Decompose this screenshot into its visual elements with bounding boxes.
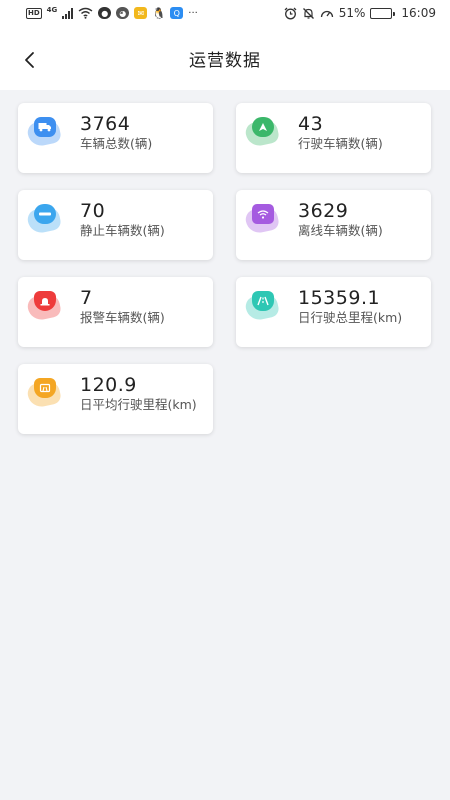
- alarm-light-icon: [25, 289, 74, 329]
- card-text: 120.9 日平均行驶里程(km): [80, 373, 198, 413]
- more-notifications: ···: [188, 7, 198, 19]
- battery-percent: 51%: [338, 6, 366, 20]
- card-label: 报警车辆数(辆): [80, 310, 165, 325]
- mute-bell-icon: [302, 7, 314, 19]
- icon-badge: [252, 291, 274, 311]
- card-label: 静止车辆数(辆): [80, 223, 165, 238]
- page-title: 运营数据: [189, 50, 261, 71]
- back-button[interactable]: [16, 46, 44, 74]
- speedometer-icon: [320, 10, 333, 17]
- stat-card-total-vehicles[interactable]: 3764 车辆总数(辆): [18, 103, 213, 173]
- stat-card-daily-average-mileage[interactable]: 120.9 日平均行驶里程(km): [18, 364, 213, 434]
- stat-card-alarm-vehicles[interactable]: 7 报警车辆数(辆): [18, 277, 213, 347]
- card-value: 3629: [298, 200, 349, 222]
- icon-badge: [34, 204, 56, 224]
- stat-card-daily-total-mileage[interactable]: 15359.1 日行驶总里程(km): [236, 277, 431, 347]
- clock-time: 16:09: [401, 6, 436, 20]
- status-bar-right: 51% 16:09: [284, 6, 436, 20]
- card-label: 日平均行驶里程(km): [80, 397, 197, 412]
- card-value: 120.9: [80, 374, 137, 396]
- card-text: 70 静止车辆数(辆): [80, 199, 200, 239]
- stat-card-moving-vehicles[interactable]: 43 行驶车辆数(辆): [236, 103, 431, 173]
- wechat-icon: ◕: [116, 7, 130, 19]
- chevron-left-icon: [25, 52, 34, 68]
- stat-card-offline-vehicles[interactable]: 3629 离线车辆数(辆): [236, 190, 431, 260]
- truck-icon: [25, 115, 74, 155]
- search-app-icon: Q: [170, 7, 184, 19]
- chat-app-icon: ●: [98, 7, 112, 19]
- card-value: 15359.1: [298, 287, 381, 309]
- wifi-status-icon: [78, 7, 93, 19]
- status-bar: HD 4G ● ◕ ✉ 🐧 Q ··· 51% 16:09: [0, 0, 450, 26]
- road-icon: [243, 289, 292, 329]
- card-value: 43: [298, 113, 324, 135]
- icon-badge: [252, 117, 274, 137]
- navigation-arrow-icon: [243, 115, 292, 155]
- card-label: 车辆总数(辆): [80, 136, 153, 151]
- card-value: 3764: [80, 113, 131, 135]
- navbar: 运营数据: [0, 26, 450, 90]
- network-type: 4G: [46, 6, 58, 14]
- stat-card-stationary-vehicles[interactable]: 70 静止车辆数(辆): [18, 190, 213, 260]
- icon-badge: [34, 117, 56, 137]
- hd-indicator: HD: [26, 7, 42, 19]
- card-text: 15359.1 日行驶总里程(km): [298, 286, 418, 326]
- card-text: 3629 离线车辆数(辆): [298, 199, 418, 239]
- qq-icon: 🐧: [151, 6, 166, 20]
- alarm-clock-icon: [284, 7, 297, 19]
- icon-badge: [34, 378, 56, 398]
- card-label: 日行驶总里程(km): [298, 310, 403, 325]
- calendar-road-icon: [25, 376, 74, 416]
- minus-icon: [25, 202, 74, 242]
- card-text: 3764 车辆总数(辆): [80, 112, 200, 152]
- status-bar-left: HD 4G ● ◕ ✉ 🐧 Q ···: [26, 6, 198, 20]
- card-label: 离线车辆数(辆): [298, 223, 383, 238]
- battery-icon: [370, 7, 396, 19]
- icon-badge: [252, 204, 274, 224]
- card-value: 70: [80, 200, 106, 222]
- mail-icon: ✉: [134, 7, 148, 19]
- card-text: 43 行驶车辆数(辆): [298, 112, 418, 152]
- card-text: 7 报警车辆数(辆): [80, 286, 200, 326]
- signal-icon: [62, 7, 74, 19]
- card-value: 7: [80, 287, 93, 309]
- card-label: 行驶车辆数(辆): [298, 136, 383, 151]
- wifi-icon: [243, 202, 292, 242]
